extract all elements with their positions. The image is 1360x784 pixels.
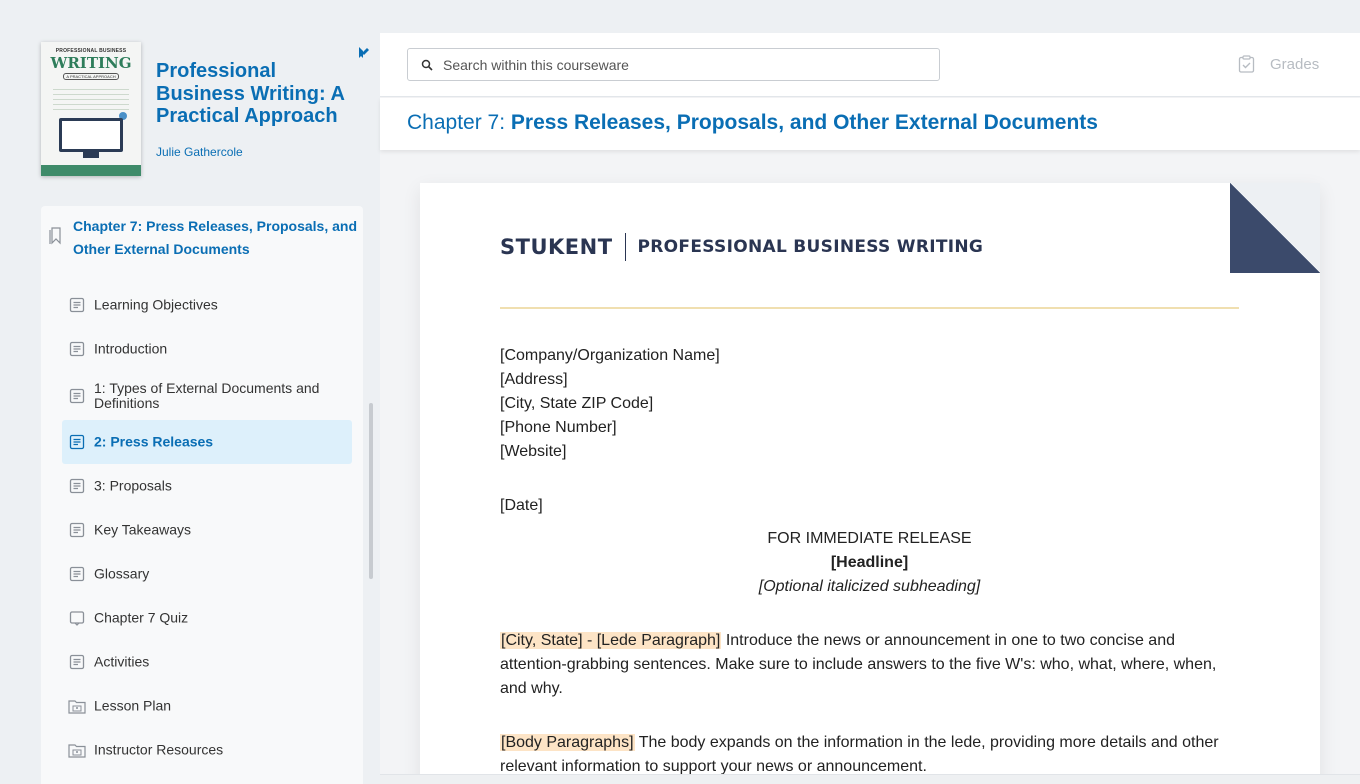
cover-big-text: WRITING — [50, 54, 132, 72]
lede-paragraph: [City, State] - [Lede Paragraph] Introdu… — [500, 629, 1240, 701]
book-author: Julie Gathercole — [156, 145, 243, 159]
page-icon — [68, 477, 86, 495]
quiz-icon — [68, 609, 86, 627]
page-icon — [68, 521, 86, 539]
toc-item[interactable]: Glossary — [62, 552, 352, 596]
toc-item[interactable]: Introduction — [62, 327, 352, 371]
toc-item[interactable]: 2: Press Releases — [62, 420, 352, 464]
bookmark-icon — [49, 227, 61, 245]
sidebar: PROFESSIONAL BUSINESS WRITING A PRACTICA… — [0, 0, 380, 784]
address-line: [Company/Organization Name] — [500, 347, 720, 364]
toc-item-label: 1: Types of External Documents and Defin… — [94, 380, 320, 411]
toc-item[interactable]: Chapter 7 Quiz — [62, 596, 352, 640]
page-icon — [68, 340, 86, 358]
toc-item[interactable]: Key Takeaways — [62, 508, 352, 552]
brand-title: PROFESSIONAL BUSINESS WRITING — [637, 237, 984, 257]
subheading-line: [Optional italicized subheading] — [758, 578, 981, 595]
bottom-bar — [380, 774, 1360, 784]
body-paragraph: [Body Paragraphs] The body expands on th… — [500, 731, 1240, 779]
table-of-contents: Chapter 7: Press Releases, Proposals, an… — [41, 206, 363, 784]
toc-item[interactable]: Instructor Resources — [62, 728, 352, 772]
toc-chapter-header[interactable]: Chapter 7: Press Releases, Proposals, an… — [41, 206, 363, 266]
body-highlight: [Body Paragraphs] — [500, 734, 635, 751]
toc-item-label: Activities — [94, 653, 150, 670]
top-bar: Grades — [380, 33, 1360, 97]
toc-item[interactable]: Lesson Plan — [62, 684, 352, 728]
toc-item-label: Instructor Resources — [94, 741, 224, 758]
toc-item-label: Glossary — [94, 565, 150, 582]
edit-icon[interactable] — [357, 46, 371, 60]
lede-highlight: [City, State] - [Lede Paragraph] — [500, 632, 722, 649]
divider-line — [500, 307, 1239, 309]
folder-icon — [68, 697, 86, 715]
grades-label: Grades — [1270, 55, 1320, 73]
toc-item[interactable]: Learning Objectives — [62, 283, 352, 327]
chapter-prefix: Chapter 7: — [407, 111, 511, 134]
page-icon — [68, 296, 86, 314]
toc-item-label: 3: Proposals — [94, 477, 172, 494]
address-line: [Phone Number] — [500, 419, 617, 436]
chapter-title: Chapter 7: Press Releases, Proposals, an… — [407, 111, 1098, 135]
main-content: Grades Chapter 7: Press Releases, Propos… — [380, 33, 1360, 784]
folder-icon — [68, 741, 86, 759]
grades-button[interactable]: Grades — [1238, 53, 1319, 75]
release-line: FOR IMMEDIATE RELEASE — [767, 530, 972, 547]
toc-item-label: Introduction — [94, 340, 168, 357]
search-icon — [421, 59, 433, 71]
book-cover-image: PROFESSIONAL BUSINESS WRITING A PRACTICA… — [41, 42, 141, 176]
page-icon — [68, 565, 86, 583]
toc-item-label: Key Takeaways — [94, 521, 192, 538]
address-line: [Website] — [500, 443, 567, 460]
search-box[interactable] — [407, 48, 940, 81]
address-line: [City, State ZIP Code] — [500, 395, 654, 412]
page-icon — [68, 653, 86, 671]
page-fold-corner — [1230, 183, 1320, 273]
page-icon — [68, 433, 86, 451]
document-page: STUKENT PROFESSIONAL BUSINESS WRITING [C… — [420, 183, 1320, 784]
stukent-logo: STUKENT — [500, 235, 613, 259]
toc-item[interactable]: 3: Proposals — [62, 464, 352, 508]
date-line: [Date] — [500, 497, 543, 514]
search-input[interactable] — [443, 49, 923, 80]
book-title[interactable]: Professional Business Writing: A Practic… — [156, 60, 356, 128]
document-brand: STUKENT PROFESSIONAL BUSINESS WRITING — [500, 233, 983, 261]
toc-item-label: Lesson Plan — [94, 697, 172, 714]
toc-item-label: Chapter 7 Quiz — [94, 609, 189, 626]
toc-item[interactable]: Activities — [62, 640, 352, 684]
clipboard-check-icon — [1238, 55, 1255, 73]
chapter-name: Press Releases, Proposals, and Other Ext… — [510, 111, 1098, 134]
headline-line: [Headline] — [830, 554, 909, 571]
page-icon — [68, 387, 86, 405]
cover-subtitle: A PRACTICAL APPROACH — [63, 73, 119, 80]
address-line: [Address] — [500, 371, 568, 388]
chapter-header: Chapter 7: Press Releases, Proposals, an… — [380, 98, 1360, 150]
toc-item-label: Learning Objectives — [94, 296, 218, 313]
toc-item-label: 2: Press Releases — [94, 433, 214, 450]
sidebar-scrollbar[interactable] — [369, 403, 373, 579]
toc-chapter-label: Chapter 7: Press Releases, Proposals, an… — [73, 218, 358, 257]
toc-item[interactable]: 1: Types of External Documents and Defin… — [62, 374, 352, 418]
monitor-illustration — [59, 118, 123, 152]
